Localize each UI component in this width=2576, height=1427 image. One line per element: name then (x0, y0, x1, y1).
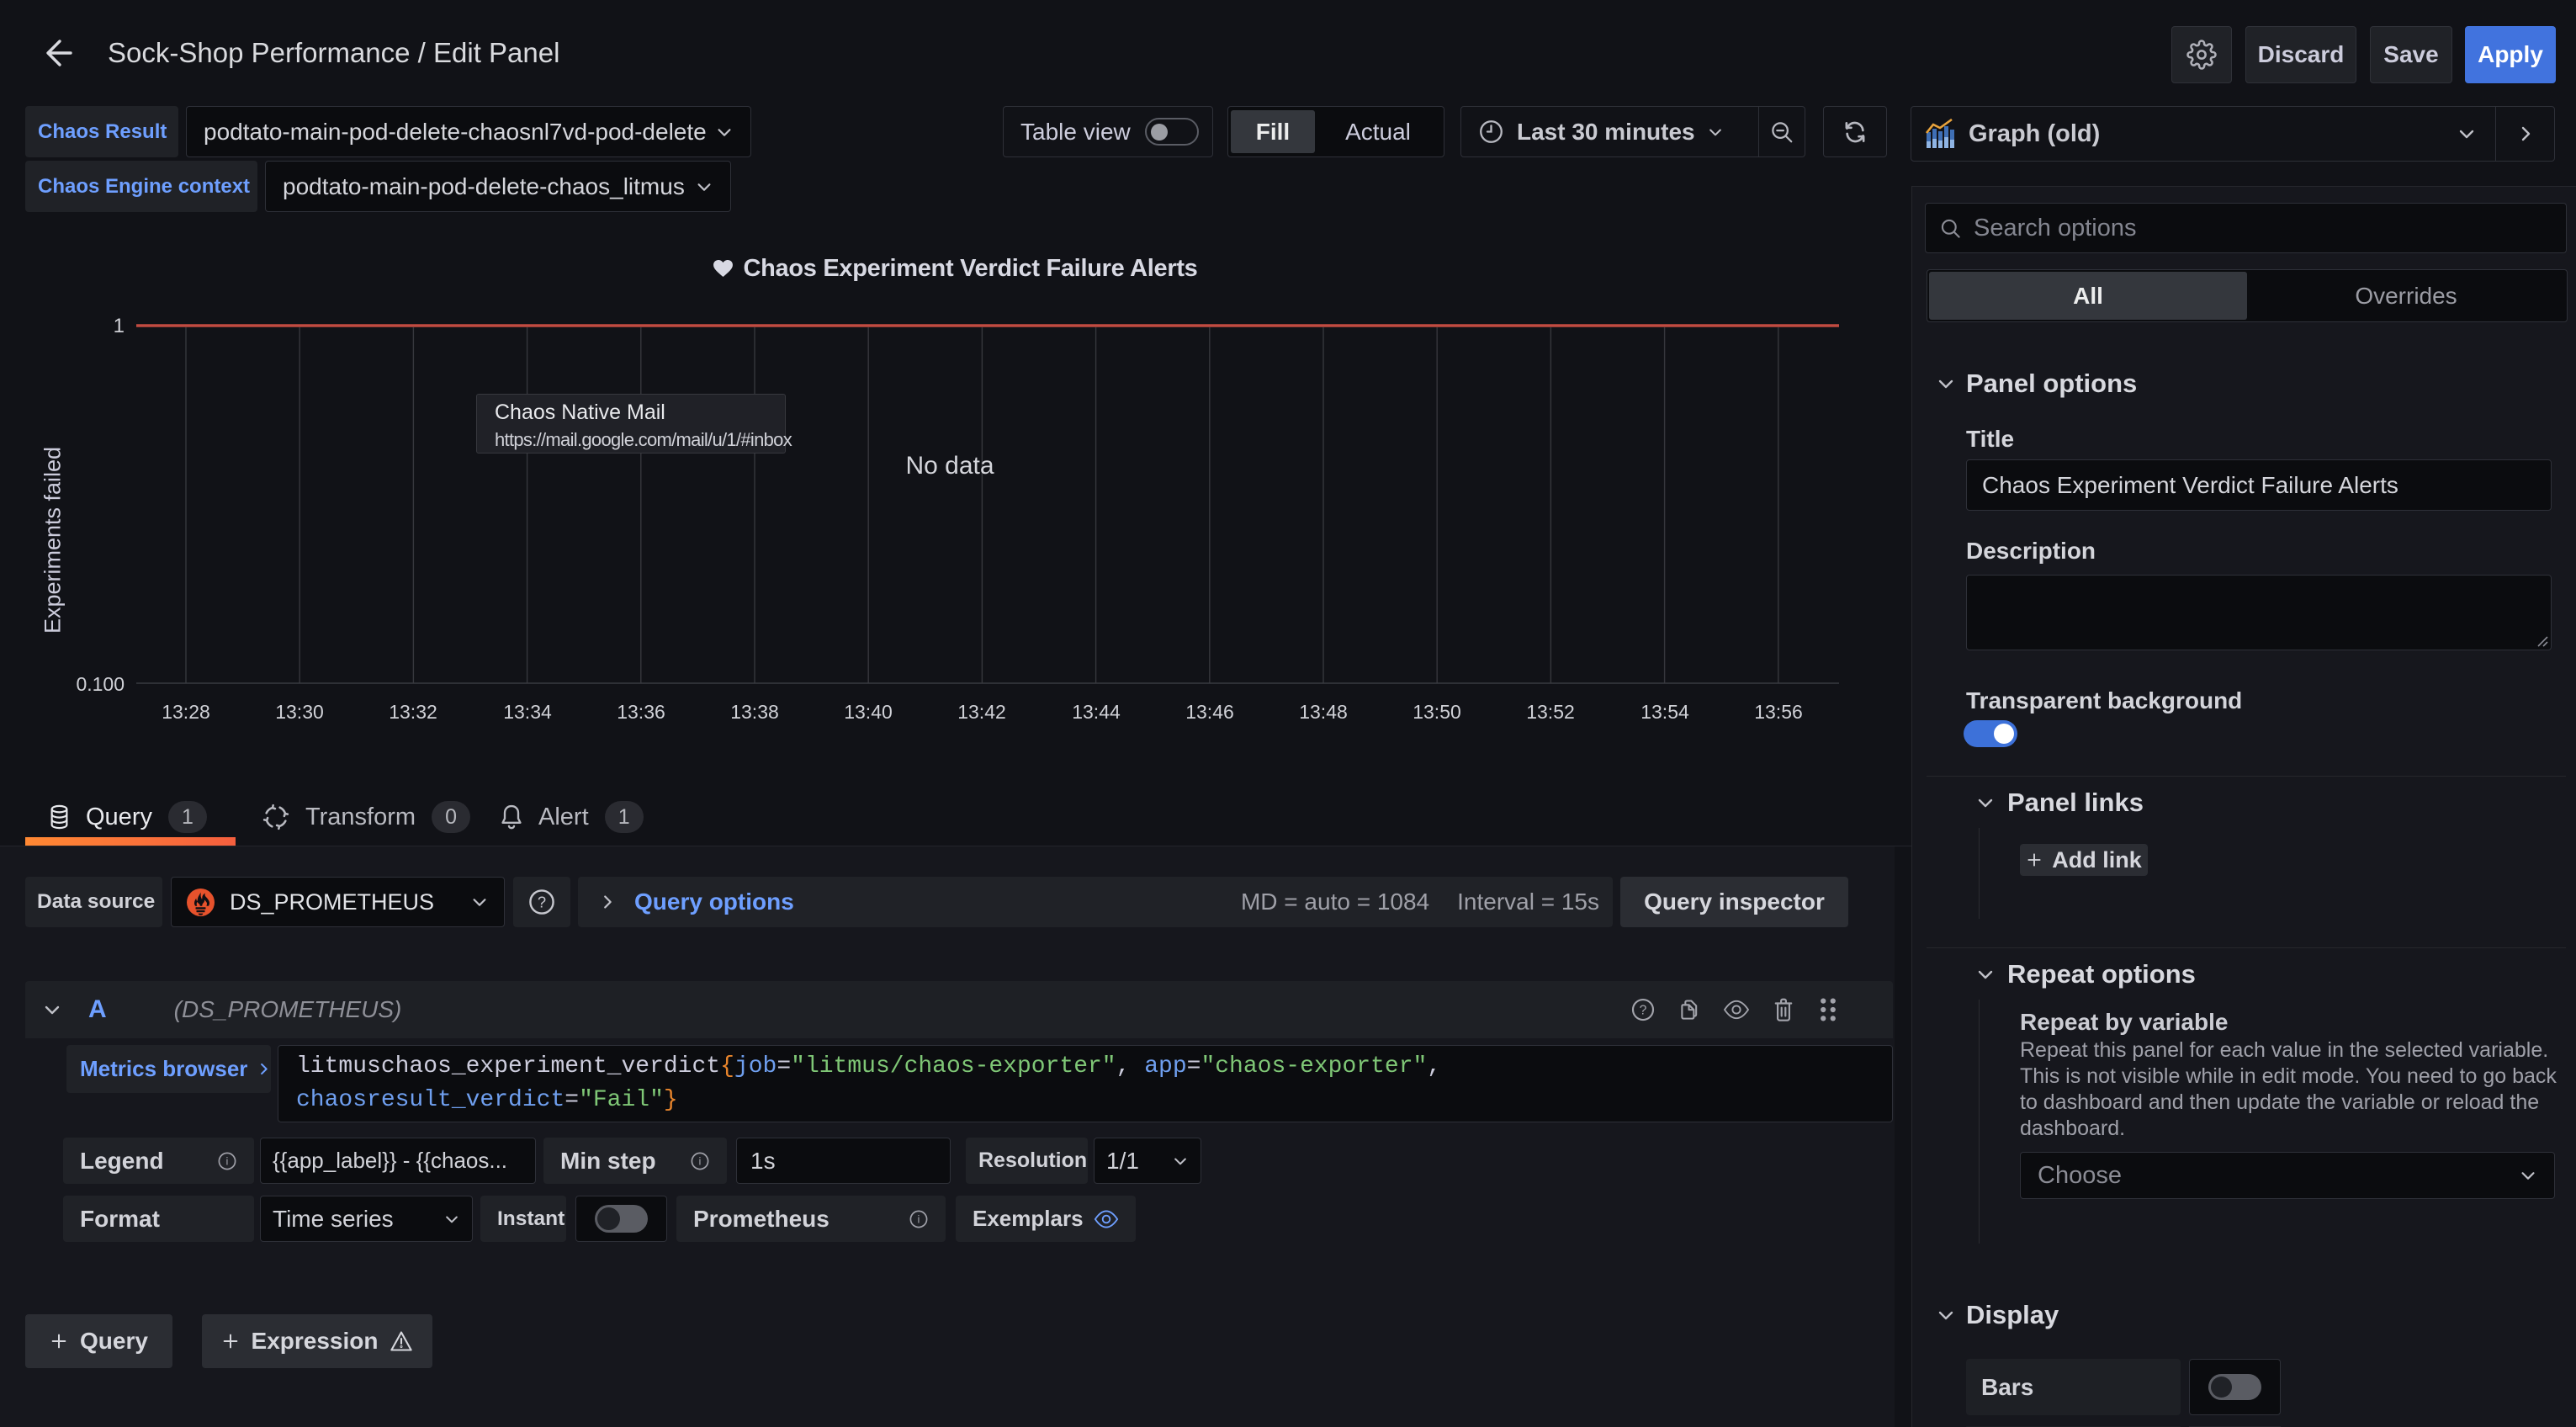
svg-text:i: i (226, 1154, 229, 1167)
svg-text:?: ? (1640, 1004, 1647, 1018)
svg-text:?: ? (538, 894, 546, 911)
svg-text:i: i (699, 1154, 702, 1167)
svg-text:i: i (918, 1212, 920, 1225)
